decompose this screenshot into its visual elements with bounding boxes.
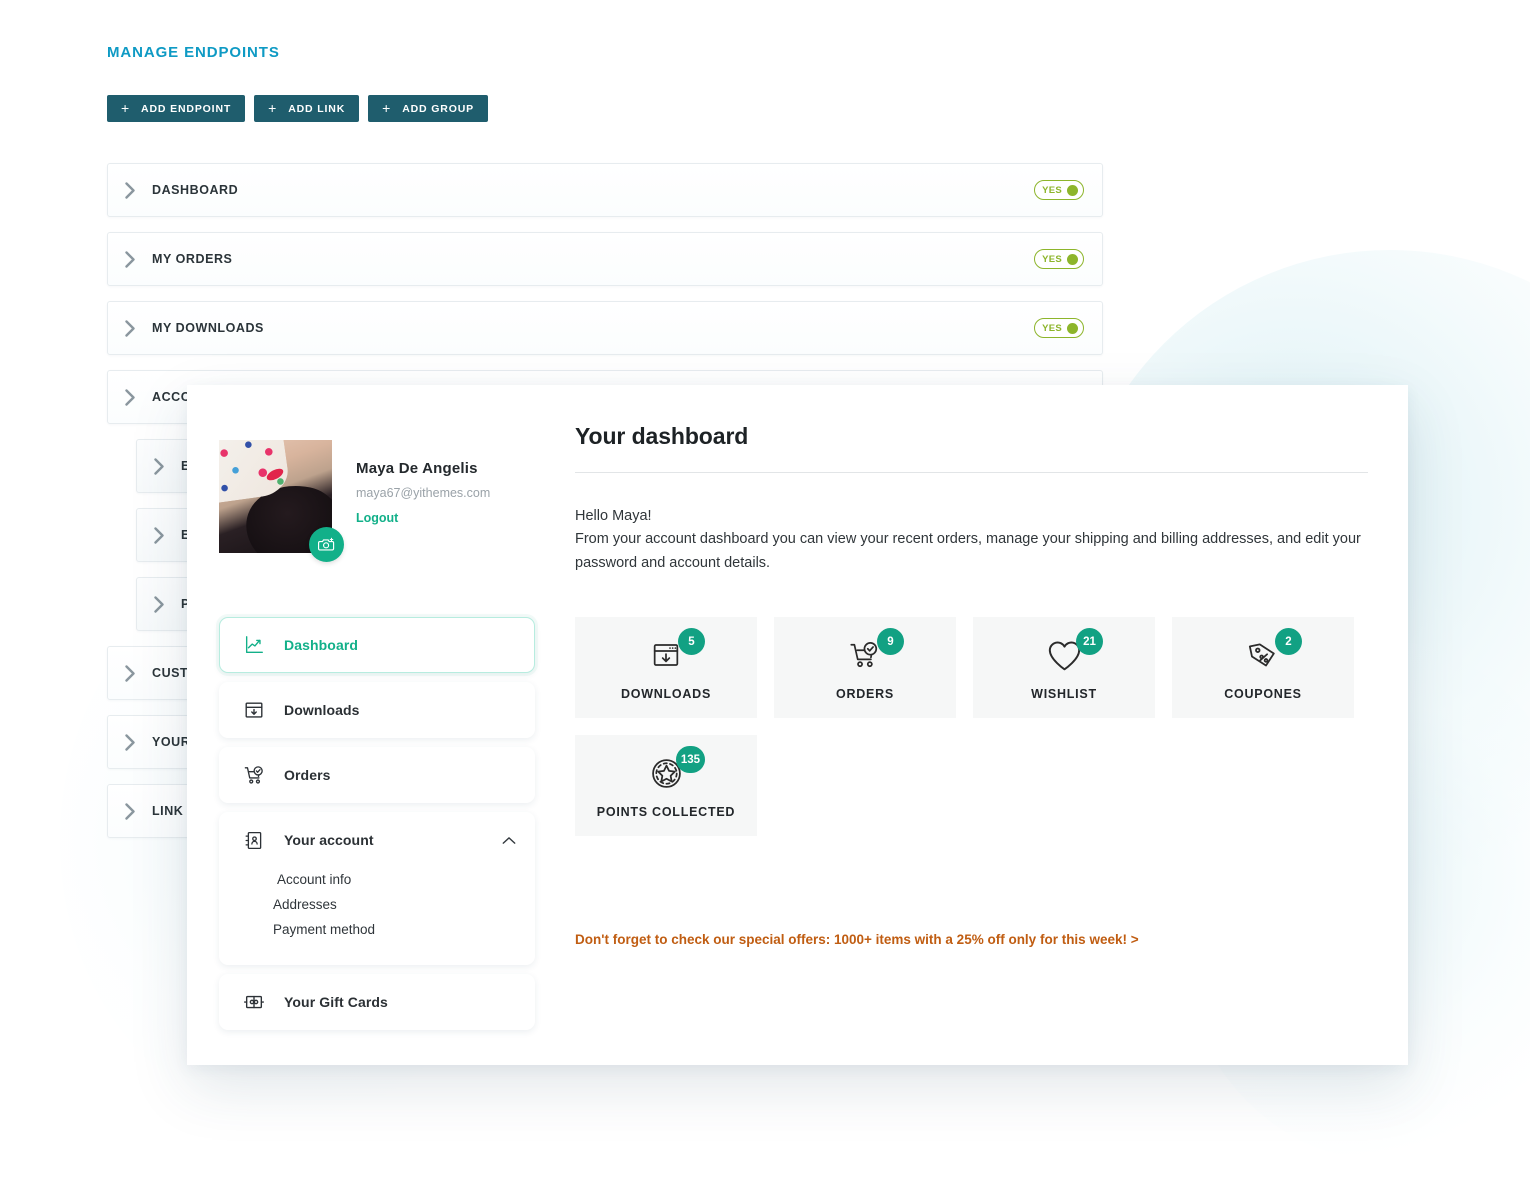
heart-icon: 21 (1041, 634, 1087, 676)
submenu-item-account-info[interactable]: Account info (273, 867, 534, 892)
stat-label: DOWNLOADS (621, 687, 711, 701)
status-toggle[interactable]: YES (1034, 318, 1084, 338)
add-group-button[interactable]: + ADD GROUP (368, 95, 488, 122)
chevron-up-icon[interactable] (502, 836, 516, 845)
toggle-label: YES (1042, 323, 1062, 334)
plus-icon: + (121, 101, 130, 115)
chevron-right-icon[interactable] (108, 665, 152, 682)
chart-line-icon (242, 633, 266, 657)
stat-card-wishlist[interactable]: 21 WISHLIST (973, 617, 1155, 718)
toolbar: + ADD ENDPOINT + ADD LINK + ADD GROUP (107, 95, 488, 122)
menu-label: Orders (284, 767, 331, 783)
toggle-label: YES (1042, 254, 1062, 265)
endpoint-row-my-orders[interactable]: MY ORDERS YES (107, 232, 1103, 286)
user-block: Maya De Angelis maya67@yithemes.com Logo… (219, 440, 535, 553)
stat-label: POINTS COLLECTED (597, 805, 735, 819)
menu-label: Dashboard (284, 637, 358, 653)
stat-label: ORDERS (836, 687, 894, 701)
menu-item-downloads[interactable]: Downloads (219, 682, 535, 738)
download-box-icon: 5 (643, 634, 689, 676)
chevron-right-icon[interactable] (108, 320, 152, 337)
special-offer-link[interactable]: Don't forget to check our special offers… (575, 932, 1368, 947)
greeting-text: Hello Maya! (575, 505, 1365, 528)
cart-check-icon (242, 763, 266, 787)
camera-add-icon[interactable] (309, 527, 344, 562)
address-book-icon (242, 828, 266, 852)
add-link-label: ADD LINK (288, 103, 345, 115)
dashboard-content: Your dashboard Hello Maya! From your acc… (565, 385, 1408, 1065)
status-toggle[interactable]: YES (1034, 249, 1084, 269)
plus-icon: + (382, 101, 391, 115)
stat-label: COUPONES (1224, 687, 1302, 701)
chevron-right-icon[interactable] (137, 458, 181, 475)
chevron-right-icon[interactable] (137, 596, 181, 613)
stat-card-points-collected[interactable]: 135 POINTS COLLECTED (575, 735, 757, 836)
toggle-label: YES (1042, 185, 1062, 196)
divider (575, 472, 1368, 473)
chevron-right-icon[interactable] (137, 527, 181, 544)
dashboard-title: Your dashboard (575, 423, 1368, 450)
cart-check-icon: 9 (842, 634, 888, 676)
stat-badge: 2 (1275, 628, 1302, 655)
chevron-right-icon[interactable] (108, 389, 152, 406)
endpoint-row-my-downloads[interactable]: MY DOWNLOADS YES (107, 301, 1103, 355)
menu-item-orders[interactable]: Orders (219, 747, 535, 803)
menu-label: Your account (284, 832, 374, 848)
account-menu: Dashboard Downloads (219, 617, 535, 1030)
screen-root: MANAGE ENDPOINTS + ADD ENDPOINT + ADD LI… (0, 0, 1530, 1200)
add-endpoint-button[interactable]: + ADD ENDPOINT (107, 95, 245, 122)
stat-badge: 5 (678, 628, 705, 655)
stat-label: WISHLIST (1031, 687, 1097, 701)
star-coin-icon: 135 (643, 752, 689, 794)
stat-card-orders[interactable]: 9 ORDERS (774, 617, 956, 718)
toggle-knob (1067, 323, 1078, 334)
chevron-right-icon[interactable] (108, 182, 152, 199)
menu-item-your-gift-cards[interactable]: Your Gift Cards (219, 974, 535, 1030)
stat-card-coupones[interactable]: 2 COUPONES (1172, 617, 1354, 718)
status-toggle[interactable]: YES (1034, 180, 1084, 200)
endpoint-row-dashboard[interactable]: DASHBOARD YES (107, 163, 1103, 217)
toggle-knob (1067, 254, 1078, 265)
toggle-knob (1067, 185, 1078, 196)
endpoint-label: MY ORDERS (152, 252, 232, 266)
stat-badge: 21 (1076, 628, 1103, 655)
menu-label: Downloads (284, 702, 360, 718)
avatar-wrapper (219, 440, 332, 553)
stat-badge: 9 (877, 628, 904, 655)
account-sidebar: Maya De Angelis maya67@yithemes.com Logo… (187, 385, 565, 1065)
user-name: Maya De Angelis (356, 460, 490, 477)
endpoint-label: DASHBOARD (152, 183, 238, 197)
account-preview-panel: Maya De Angelis maya67@yithemes.com Logo… (187, 385, 1408, 1065)
gift-card-icon (242, 990, 266, 1014)
submenu-item-addresses[interactable]: Addresses (273, 892, 534, 917)
chevron-right-icon[interactable] (108, 251, 152, 268)
menu-label: Your Gift Cards (284, 994, 388, 1010)
dashboard-intro: Hello Maya! From your account dashboard … (575, 505, 1365, 575)
menu-item-your-account[interactable]: Your account Account info Addresses Paym… (219, 812, 535, 965)
stat-card-downloads[interactable]: 5 DOWNLOADS (575, 617, 757, 718)
page-title: MANAGE ENDPOINTS (107, 44, 280, 61)
add-group-label: ADD GROUP (402, 103, 474, 115)
user-meta: Maya De Angelis maya67@yithemes.com Logo… (356, 440, 490, 525)
coupon-tag-icon: 2 (1240, 634, 1286, 676)
menu-item-dashboard[interactable]: Dashboard (219, 617, 535, 673)
submenu-item-payment-method[interactable]: Payment method (273, 917, 534, 942)
plus-icon: + (268, 101, 277, 115)
add-endpoint-label: ADD ENDPOINT (141, 103, 231, 115)
stat-card-grid: 5 DOWNLOADS 9 ORDERS (575, 617, 1368, 836)
account-submenu: Account info Addresses Payment method (220, 867, 534, 964)
logout-link[interactable]: Logout (356, 511, 490, 525)
intro-text: From your account dashboard you can view… (575, 528, 1365, 575)
download-box-icon (242, 698, 266, 722)
stat-badge: 135 (676, 746, 705, 773)
chevron-right-icon[interactable] (108, 803, 152, 820)
chevron-right-icon[interactable] (108, 734, 152, 751)
endpoint-label: MY DOWNLOADS (152, 321, 264, 335)
add-link-button[interactable]: + ADD LINK (254, 95, 359, 122)
user-email: maya67@yithemes.com (356, 486, 490, 500)
